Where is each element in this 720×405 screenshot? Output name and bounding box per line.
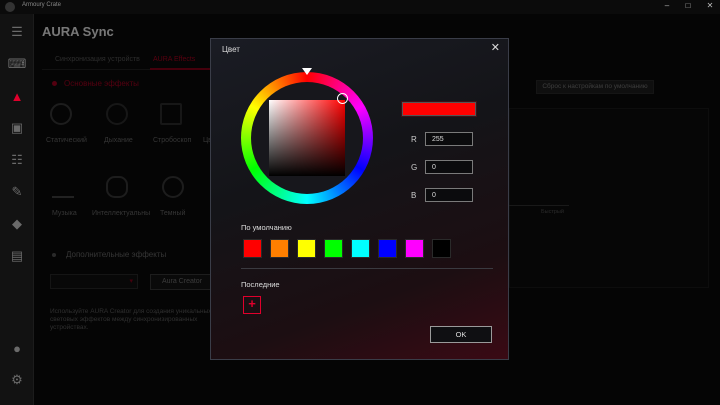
default-color-swatch[interactable] (324, 239, 343, 258)
add-recent-color-button[interactable]: + (243, 296, 261, 314)
tools-icon[interactable]: ✎ (9, 184, 25, 200)
menu-icon[interactable]: ☰ (9, 24, 25, 40)
b-label: B (411, 191, 417, 200)
close-icon[interactable]: ✕ (491, 41, 500, 54)
default-colors-label: По умолчанию (241, 223, 292, 232)
sliders-icon[interactable]: ☷ (9, 152, 25, 168)
hue-picker-handle[interactable] (302, 68, 312, 75)
maximize-button[interactable]: □ (681, 1, 695, 10)
app-title: Armoury Crate (22, 2, 62, 8)
keyboard-icon[interactable]: ⌨ (8, 56, 27, 72)
default-color-swatch[interactable] (297, 239, 316, 258)
monitor-icon[interactable]: ▤ (9, 248, 25, 264)
minimize-button[interactable]: – (660, 1, 674, 10)
tag-icon[interactable]: ◆ (9, 216, 25, 232)
b-input[interactable] (425, 188, 473, 202)
title-bar: Armoury Crate – □ ✕ (0, 0, 720, 14)
settings-icon[interactable]: ⚙ (9, 372, 25, 388)
r-label: R (411, 135, 417, 144)
ok-button[interactable]: OK (430, 326, 492, 343)
device-icon[interactable]: ▣ (9, 120, 25, 136)
default-color-swatch[interactable] (432, 239, 451, 258)
hue-wheel[interactable] (241, 68, 373, 204)
g-label: G (411, 163, 418, 172)
user-icon[interactable]: ● (9, 340, 25, 356)
default-color-swatch[interactable] (405, 239, 424, 258)
default-color-swatch[interactable] (270, 239, 289, 258)
divider (241, 268, 493, 269)
default-color-swatch[interactable] (378, 239, 397, 258)
close-window-button[interactable]: ✕ (703, 1, 717, 10)
sidebar: ☰ ⌨ ▲ ▣ ☷ ✎ ◆ ▤ ● ⚙ (0, 14, 34, 405)
sv-picker-handle[interactable] (337, 93, 348, 104)
default-color-swatch[interactable] (351, 239, 370, 258)
aura-icon[interactable]: ▲ (9, 88, 25, 104)
recent-colors-label: Последние (241, 280, 280, 289)
r-input[interactable] (425, 132, 473, 146)
dialog-title: Цвет (222, 45, 240, 54)
g-input[interactable] (425, 160, 473, 174)
armoury-crate-window: Armoury Crate – □ ✕ ☰ ⌨ ▲ ▣ ☷ ✎ ◆ ▤ ● ⚙ … (0, 0, 720, 405)
rog-logo-icon (5, 2, 15, 12)
color-dialog: Цвет ✕ R G B По умолчанию Последние + OK (210, 38, 509, 360)
color-preview (401, 101, 477, 117)
default-color-swatch[interactable] (243, 239, 262, 258)
saturation-value-square[interactable] (269, 100, 345, 176)
